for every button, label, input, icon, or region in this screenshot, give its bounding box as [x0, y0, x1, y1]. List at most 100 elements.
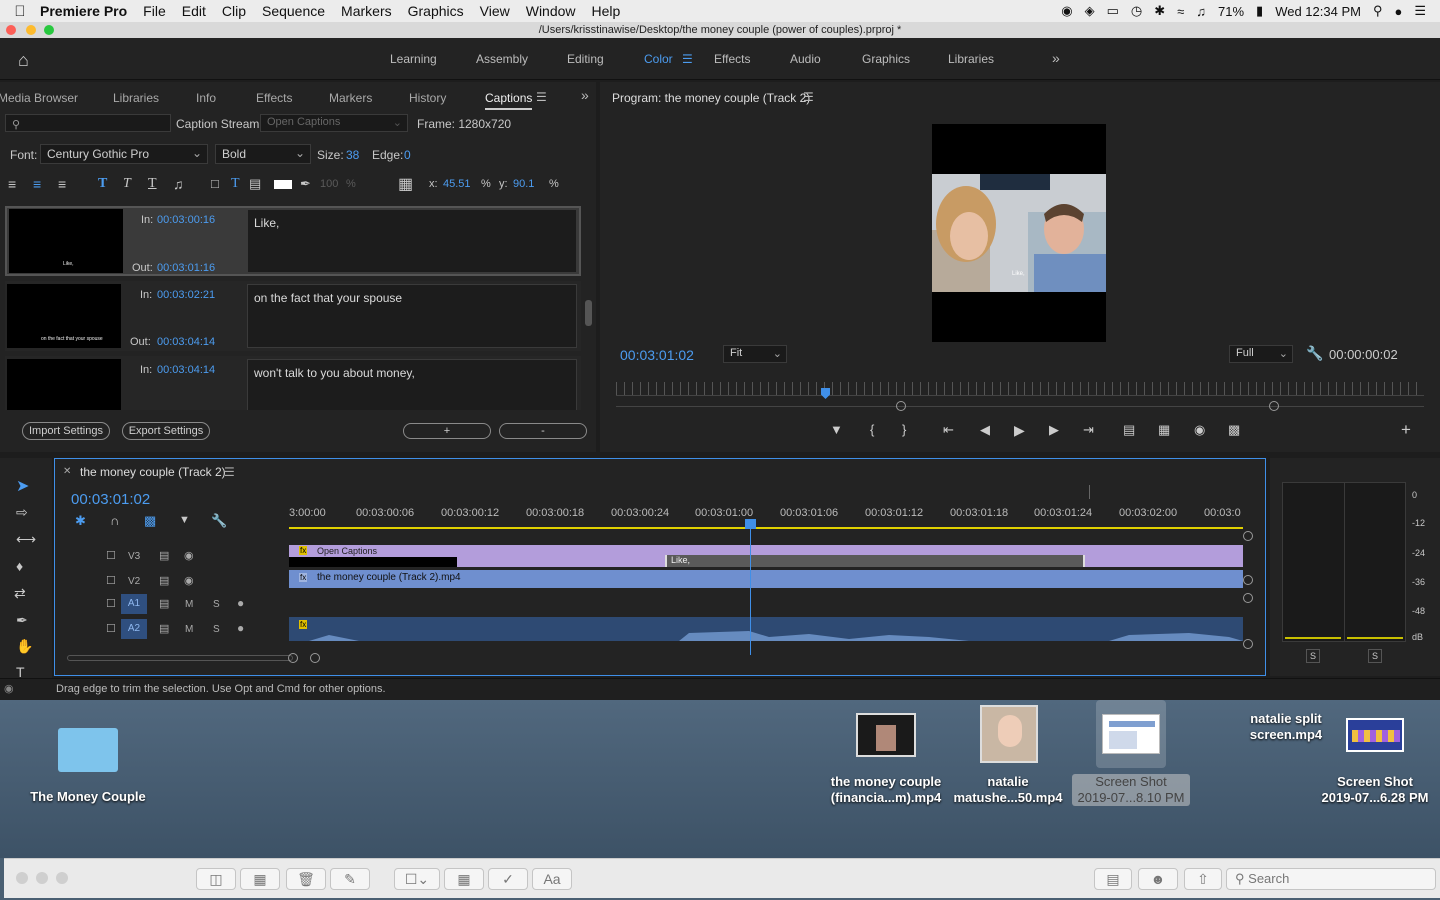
toggle-sync-lock-icon[interactable]: ▤	[159, 597, 169, 610]
creative-cloud-icon[interactable]: ◉	[1061, 3, 1072, 19]
desktop-icon-label[interactable]: Screen Shot 2019-07...8.10 PM	[1072, 774, 1190, 806]
track-name[interactable]: A2	[121, 619, 147, 639]
menu-view[interactable]: View	[480, 3, 510, 19]
gallery-view-icon[interactable]: ▦	[240, 868, 280, 890]
add-caption-button[interactable]: +	[403, 423, 491, 439]
resolution-select[interactable]: Full ⌄	[1229, 345, 1293, 363]
wrench-icon[interactable]: 🔧	[1306, 345, 1323, 362]
mark-in-icon[interactable]: {	[870, 422, 874, 437]
desktop-icon-label[interactable]: natalie matushe...50.mp4	[946, 774, 1070, 806]
menu-file[interactable]: File	[143, 3, 166, 19]
slip-tool-icon[interactable]: ⇄	[14, 585, 26, 602]
close-window-icon[interactable]	[16, 872, 28, 884]
timeline-menu-icon[interactable]: ☰	[224, 465, 235, 479]
lock-icon[interactable]: ☐	[106, 622, 116, 635]
tab-markers[interactable]: Markers	[329, 91, 372, 105]
text-color-icon[interactable]: T	[231, 176, 240, 192]
share-icon[interactable]: ⇧	[1184, 868, 1222, 890]
tab-captions[interactable]: Captions	[485, 91, 533, 110]
program-playhead[interactable]	[821, 388, 830, 399]
in-timecode[interactable]: 00:03:00:16	[157, 214, 215, 226]
align-right-icon[interactable]: ≡	[58, 176, 66, 192]
more-panels-icon[interactable]: »	[581, 87, 589, 103]
home-icon[interactable]: ⌂	[18, 50, 29, 71]
format-button[interactable]: Aa	[532, 868, 572, 890]
ripple-edit-tool-icon[interactable]: ⟷	[16, 531, 36, 548]
comparison-view-icon[interactable]: ▩	[1228, 422, 1240, 438]
nest-toggle-icon[interactable]: ✱	[75, 513, 86, 529]
workspace-audio[interactable]: Audio	[790, 52, 821, 66]
share-people-icon[interactable]: ☻	[1138, 868, 1178, 890]
desktop-icon-label[interactable]: natalie split screen.mp4	[1236, 711, 1336, 743]
video-file-icon[interactable]	[856, 713, 916, 757]
track-select-tool-icon[interactable]: ⇨	[16, 504, 28, 521]
screenshot-file-icon[interactable]	[1102, 714, 1160, 754]
workspace-menu-icon[interactable]: ☰	[682, 52, 693, 66]
workspace-editing[interactable]: Editing	[567, 52, 604, 66]
table-icon[interactable]: ▦	[444, 868, 484, 890]
timeline-settings-icon[interactable]: 🔧	[211, 513, 227, 529]
lock-icon[interactable]: ☐⌄	[394, 868, 440, 890]
toggle-sync-lock-icon[interactable]: ▤	[159, 574, 169, 587]
align-left-icon[interactable]: ≡	[8, 176, 16, 192]
extract-icon[interactable]: ▦	[1158, 422, 1170, 438]
solo-button[interactable]: S	[213, 599, 220, 610]
work-area-bar[interactable]	[289, 527, 1243, 529]
eye-icon[interactable]: ◉	[184, 549, 194, 562]
more-workspaces-icon[interactable]: »	[1052, 50, 1060, 66]
music-note-icon[interactable]: ♫	[173, 176, 184, 192]
in-timecode[interactable]: 00:03:02:21	[157, 289, 215, 301]
bold-icon[interactable]: T	[98, 176, 107, 192]
pen-tool-icon[interactable]: ✒	[16, 612, 28, 629]
caption-stream-select[interactable]: Open Captions ⌄	[260, 114, 408, 132]
desktop-icon-label[interactable]: The Money Couple	[10, 789, 166, 805]
search-input[interactable]: ⚲ Search	[1226, 868, 1436, 890]
spotlight-icon[interactable]: ⚲	[1373, 3, 1383, 19]
workspace-assembly[interactable]: Assembly	[476, 52, 528, 66]
add-marker-icon[interactable]: ▼	[830, 422, 843, 437]
wifi-icon[interactable]: ≈	[1177, 4, 1184, 19]
zoom-select[interactable]: Fit ⌄	[723, 345, 787, 363]
volume-icon[interactable]: ♫	[1196, 4, 1206, 19]
menu-window[interactable]: Window	[526, 3, 576, 19]
caption-text-field[interactable]: Like,	[247, 209, 577, 273]
caption-text-field[interactable]: on the fact that your spouse	[247, 284, 577, 348]
minimize-window-icon[interactable]	[36, 872, 48, 884]
workspace-learning[interactable]: Learning	[390, 52, 437, 66]
attachments-icon[interactable]: ▤	[1094, 868, 1132, 890]
linked-selection-icon[interactable]: ▩	[144, 513, 156, 529]
import-settings-button[interactable]: Import Settings	[22, 422, 110, 440]
captions-scrollbar[interactable]	[585, 300, 592, 326]
folder-icon[interactable]	[58, 728, 118, 772]
remove-caption-button[interactable]: -	[499, 423, 587, 439]
panel-menu-icon[interactable]: ☰	[536, 90, 547, 104]
caption-row[interactable]: Like, In: 00:03:00:16 Out: 00:03:01:16 L…	[5, 206, 581, 276]
eyedropper-icon[interactable]: ✒	[300, 176, 311, 192]
timeline-tab[interactable]: the money couple (Track 2)	[80, 465, 226, 479]
track-header-scrollbar[interactable]	[67, 655, 293, 661]
hand-tool-icon[interactable]: ✋	[16, 638, 33, 655]
microphone-icon[interactable]: ●	[237, 621, 244, 635]
in-timecode[interactable]: 00:03:04:14	[157, 364, 215, 376]
snap-icon[interactable]: ∩	[110, 513, 119, 528]
checklist-icon[interactable]: ✓	[488, 868, 528, 890]
tab-history[interactable]: History	[409, 91, 446, 105]
timeline-zoom-handle[interactable]	[288, 653, 298, 663]
time-machine-icon[interactable]: ◷	[1131, 3, 1142, 19]
solo-left-button[interactable]: S	[1306, 649, 1320, 663]
opacity-value[interactable]: 100	[320, 178, 338, 190]
underline-icon[interactable]: T	[148, 176, 157, 192]
app-menu[interactable]: Premiere Pro	[40, 3, 127, 19]
workspace-color[interactable]: Color	[644, 52, 673, 66]
desktop-icon-label[interactable]: Screen Shot 2019-07...6.28 PM	[1310, 774, 1440, 806]
tab-libraries[interactable]: Libraries	[113, 91, 159, 105]
notification-center-icon[interactable]: ☰	[1414, 3, 1426, 19]
tab-media-browser[interactable]: Media Browser	[0, 91, 78, 105]
timeline-zoom-handle[interactable]	[310, 653, 320, 663]
airplay-icon[interactable]: ▭	[1107, 3, 1119, 19]
out-timecode[interactable]: 00:03:04:14	[157, 336, 215, 348]
lock-icon[interactable]: ☐	[106, 549, 116, 562]
program-scrub-bar[interactable]	[616, 382, 1424, 396]
battery-icon[interactable]: ▮	[1256, 3, 1263, 19]
eye-icon[interactable]: ◉	[184, 574, 194, 587]
